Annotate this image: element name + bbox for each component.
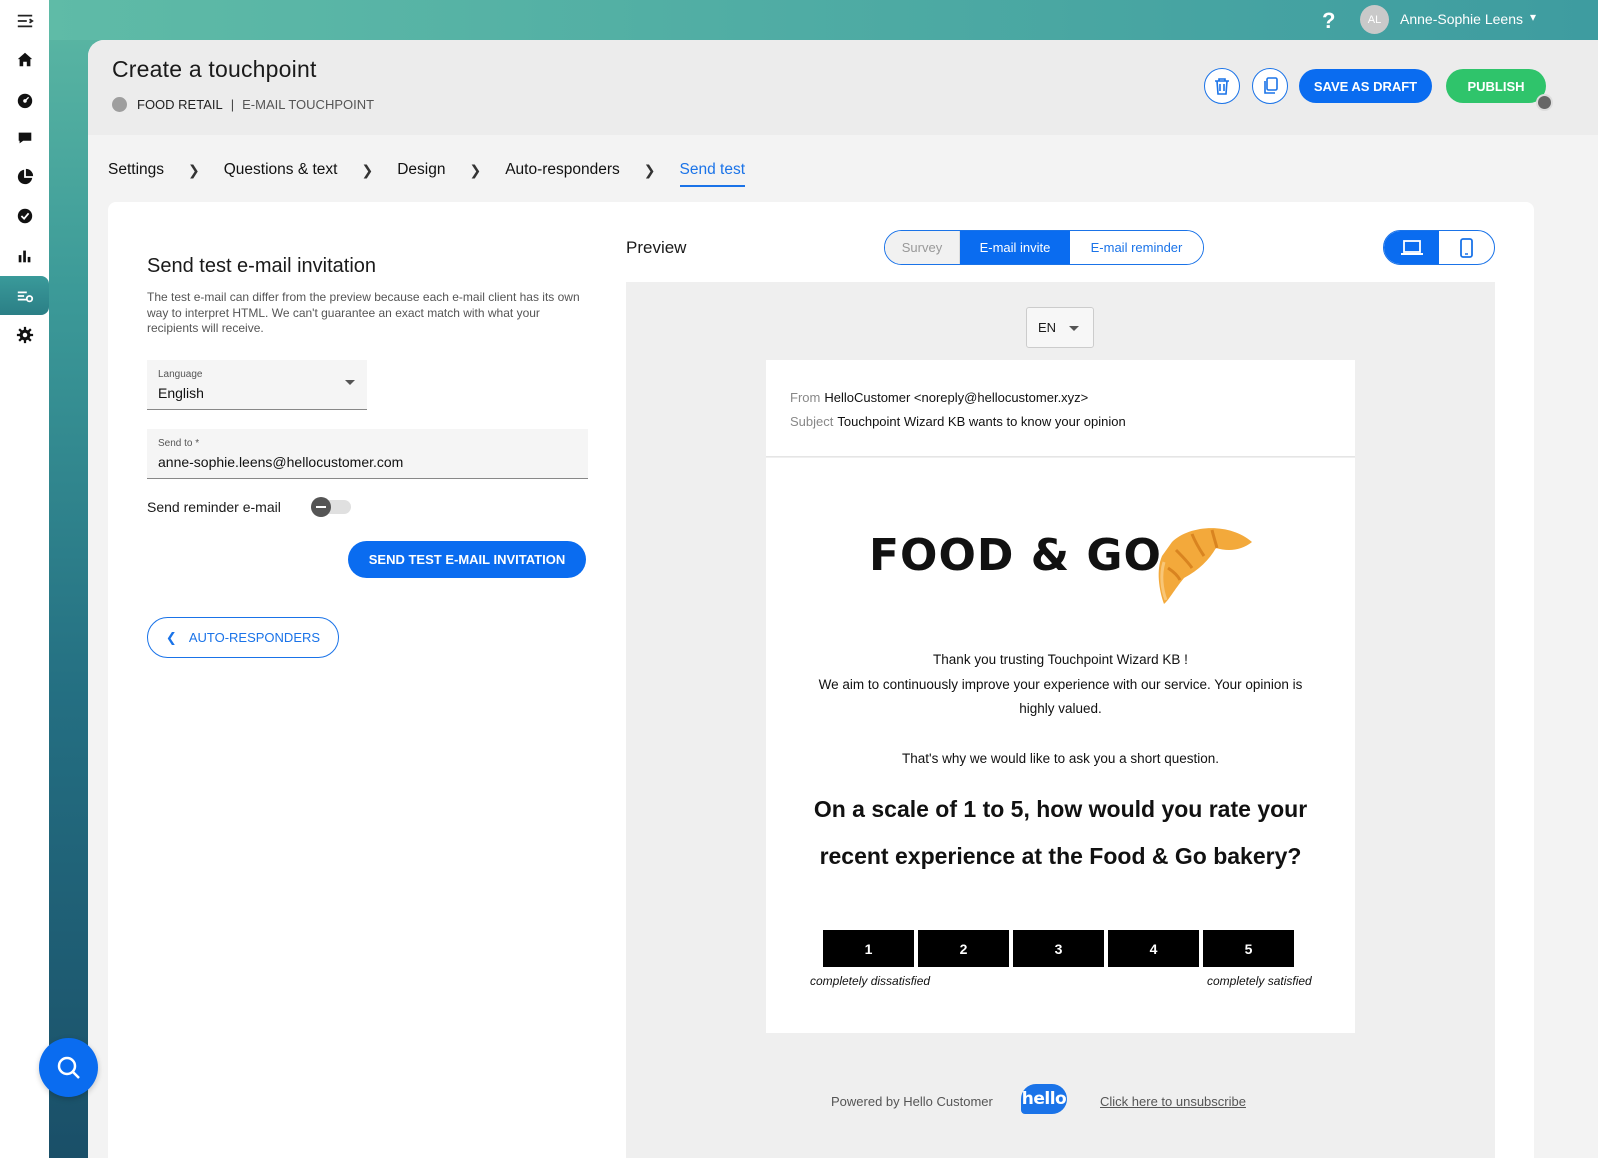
rating-button-5[interactable]: 5 <box>1203 930 1294 967</box>
email-body: FOOD & GO Thank you trusting Touchpoint … <box>766 458 1355 1033</box>
breadcrumb-type: E-MAIL TOUCHPOINT <box>242 97 375 112</box>
sidebar <box>0 0 49 1158</box>
avatar[interactable]: AL <box>1360 5 1389 34</box>
email-from: From HelloCustomer <noreply@hellocustomer… <box>790 390 1088 405</box>
preview-tabs: Survey E-mail invite E-mail reminder <box>884 230 1204 265</box>
send-to-field[interactable]: Send to * anne-sophie.leens@hellocustome… <box>147 429 588 479</box>
breadcrumb-separator: | <box>230 97 235 112</box>
desktop-view-button[interactable] <box>1384 231 1439 264</box>
chevron-left-icon: ❮ <box>165 629 177 645</box>
email-subject: Subject Touchpoint Wizard KB wants to kno… <box>790 414 1126 429</box>
page-header: Create a touchpoint FOOD RETAIL | E-MAIL… <box>88 40 1598 135</box>
subject-key: Subject <box>790 414 834 429</box>
toggle-knob <box>311 497 331 517</box>
touchpoint-icon[interactable] <box>0 276 49 315</box>
check-circle-icon[interactable] <box>0 196 49 235</box>
step-design[interactable]: Design <box>397 161 445 179</box>
form-description: The test e-mail can differ from the prev… <box>147 290 580 335</box>
trash-icon <box>1215 78 1229 95</box>
search-button[interactable] <box>39 1038 98 1097</box>
tab-email-invite[interactable]: E-mail invite <box>960 231 1070 264</box>
chevron-right-icon: ❯ <box>361 161 374 178</box>
rating-button-2[interactable]: 2 <box>918 930 1009 967</box>
save-as-draft-button[interactable]: SAVE AS DRAFT <box>1299 69 1432 103</box>
company-icon <box>112 97 127 112</box>
pie-chart-icon[interactable] <box>0 157 49 196</box>
mobile-view-button[interactable] <box>1439 231 1494 264</box>
from-key: From <box>790 390 821 405</box>
search-icon <box>57 1056 80 1079</box>
intro-line-1: Thank you trusting Touchpoint Wizard KB … <box>933 652 1188 667</box>
gear-icon[interactable] <box>0 315 49 354</box>
phone-icon <box>1460 237 1473 258</box>
intro-line-3: That's why we would like to ask you a sh… <box>902 751 1219 766</box>
hello-logo: hello <box>1021 1084 1067 1114</box>
survey-question: On a scale of 1 to 5, how would you rate… <box>813 796 1308 869</box>
reminder-label: Send reminder e-mail <box>147 499 281 515</box>
language-value: English <box>158 385 204 401</box>
rating-button-3[interactable]: 3 <box>1013 930 1104 967</box>
content-card: Send test e-mail invitation The test e-m… <box>108 202 1534 1158</box>
dashboard-icon[interactable] <box>0 80 49 119</box>
subject-value: Touchpoint Wizard KB wants to know your … <box>837 414 1126 429</box>
step-questions-text[interactable]: Questions & text <box>224 161 338 179</box>
step-auto-responders[interactable]: Auto-responders <box>505 161 620 179</box>
chevron-right-icon: ❯ <box>188 161 200 178</box>
help-icon[interactable]: ? <box>1322 8 1335 34</box>
page-title: Create a touchpoint <box>112 56 317 82</box>
rating-scale: 1 2 3 4 5 <box>823 930 1294 967</box>
chevron-down-icon[interactable]: ▾ <box>1530 10 1536 24</box>
language-label: Language <box>158 369 203 380</box>
form-title: Send test e-mail invitation <box>147 255 377 277</box>
chevron-right-icon: ❯ <box>469 161 482 178</box>
email-header: From HelloCustomer <noreply@hellocustomer… <box>766 360 1355 457</box>
delete-button[interactable] <box>1204 68 1240 104</box>
language-select[interactable]: Language English <box>147 360 367 410</box>
caret-down-icon <box>1069 326 1079 331</box>
step-send-test[interactable]: Send test <box>679 161 745 187</box>
caret-down-icon <box>345 380 355 385</box>
rating-button-4[interactable]: 4 <box>1108 930 1199 967</box>
chevron-right-icon: ❯ <box>643 161 656 178</box>
unsubscribe-link[interactable]: Click here to unsubscribe <box>1100 1094 1246 1109</box>
preview-language-value: EN <box>1038 320 1057 335</box>
laptop-icon <box>1400 239 1423 255</box>
scale-low-label: completely dissatisfied <box>810 974 931 988</box>
status-indicator <box>1536 94 1553 111</box>
rating-button-1[interactable]: 1 <box>823 930 914 967</box>
preview-area: EN From HelloCustomer <noreply@hellocusto… <box>626 282 1495 1158</box>
wizard-steps: Settings ❯ Questions & text ❯ Design ❯ A… <box>108 155 745 187</box>
send-to-value: anne-sophie.leens@hellocustomer.com <box>158 454 404 470</box>
step-settings[interactable]: Settings <box>108 161 164 179</box>
preview-title: Preview <box>626 238 687 257</box>
send-test-button[interactable]: SEND TEST E-MAIL INVITATION <box>348 541 586 578</box>
intro-line-2: We aim to continuously improve your expe… <box>818 677 1303 716</box>
send-to-label: Send to * <box>158 438 200 449</box>
scale-high-label: completely satisfied <box>1207 974 1312 988</box>
tab-survey[interactable]: Survey <box>885 231 960 264</box>
breadcrumb: FOOD RETAIL | E-MAIL TOUCHPOINT <box>112 97 374 112</box>
main-panel: Create a touchpoint FOOD RETAIL | E-MAIL… <box>88 40 1598 1158</box>
home-icon[interactable] <box>0 40 49 79</box>
preview-language-select[interactable]: EN <box>1026 307 1094 348</box>
brand-logo: FOOD & GO <box>869 530 1162 581</box>
tab-email-reminder[interactable]: E-mail reminder <box>1070 231 1203 264</box>
chat-icon[interactable] <box>0 118 49 157</box>
publish-button[interactable]: PUBLISH <box>1446 69 1546 103</box>
menu-toggle-icon[interactable] <box>0 1 49 40</box>
breadcrumb-company[interactable]: FOOD RETAIL <box>137 97 223 112</box>
user-name[interactable]: Anne-Sophie Leens <box>1400 11 1523 27</box>
duplicate-button[interactable] <box>1252 68 1288 104</box>
email-footer: Powered by Hello Customer hello Click he… <box>626 1082 1495 1122</box>
copy-icon <box>1263 77 1278 94</box>
reminder-toggle[interactable] <box>311 497 351 517</box>
bar-chart-icon[interactable] <box>0 236 49 275</box>
back-button-label: AUTO-RESPONDERS <box>188 630 321 645</box>
croissant-icon <box>1158 528 1252 604</box>
back-to-auto-responders-button[interactable]: ❮ AUTO-RESPONDERS <box>147 617 339 658</box>
powered-by: Powered by Hello Customer <box>831 1094 993 1109</box>
device-switch <box>1383 230 1495 265</box>
from-value: HelloCustomer <noreply@hellocustomer.xyz… <box>824 390 1089 405</box>
